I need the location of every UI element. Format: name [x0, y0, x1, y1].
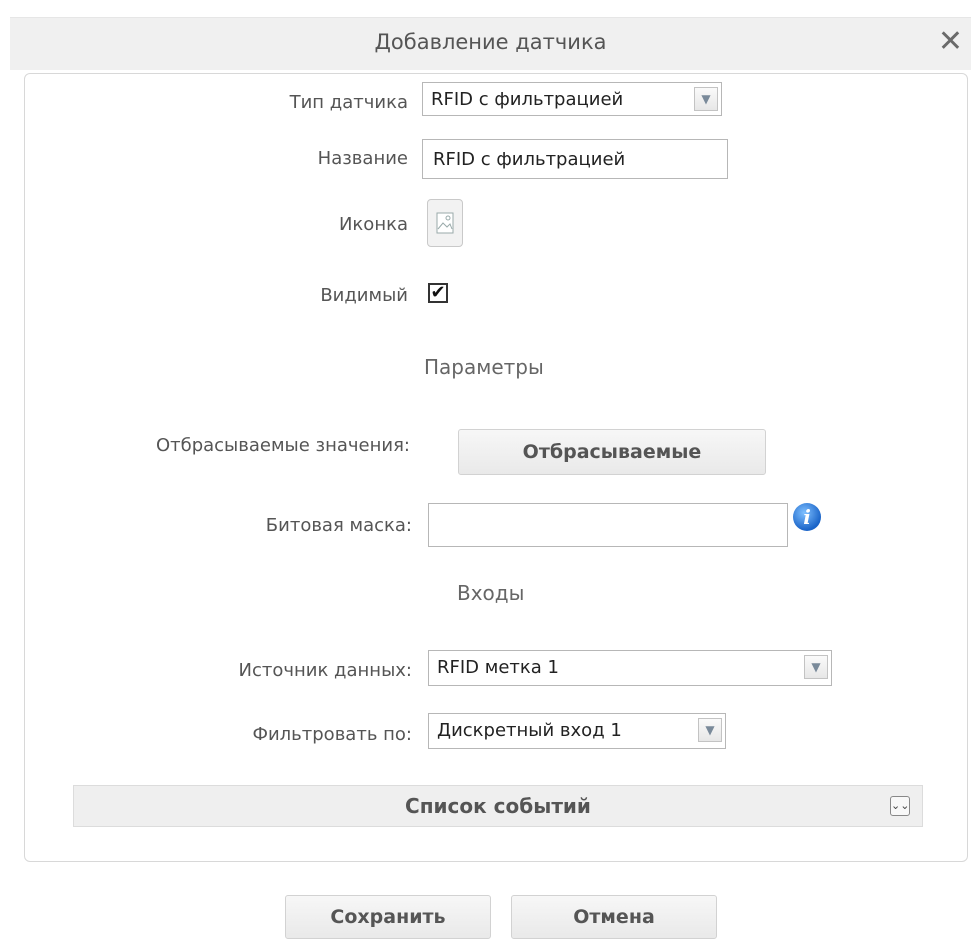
bitmask-field[interactable] [428, 503, 788, 547]
chevron-down-icon[interactable]: ▼ [698, 718, 722, 742]
name-label: Название [317, 148, 408, 169]
bitmask-input[interactable] [429, 504, 787, 546]
sensor-type-value: RFID с фильтрацией [431, 89, 624, 110]
icon-label: Иконка [338, 214, 408, 235]
parameters-header: Параметры [424, 355, 544, 379]
dialog-titlebar: Добавление датчика ✕ [10, 17, 971, 70]
bitmask-label: Битовая маска: [265, 515, 412, 536]
name-field[interactable] [422, 139, 728, 179]
cancel-button[interactable]: Отмена [511, 895, 717, 939]
data-source-value: RFID метка 1 [437, 657, 559, 678]
info-icon[interactable]: i [793, 503, 821, 531]
data-source-select[interactable]: RFID метка 1 ▼ [428, 650, 832, 686]
save-button[interactable]: Сохранить [285, 895, 491, 939]
sensor-type-select[interactable]: RFID с фильтрацией ▼ [422, 82, 722, 116]
icon-picker-button[interactable] [427, 199, 463, 247]
discard-values-button[interactable]: Отбрасываемые [458, 429, 766, 475]
close-icon[interactable]: ✕ [938, 24, 963, 60]
chevron-down-icon[interactable]: ▼ [804, 655, 828, 679]
filter-by-label: Фильтровать по: [252, 724, 412, 745]
sensor-type-label: Тип датчика [289, 92, 408, 113]
expand-icon[interactable]: ⌄⌄ [890, 796, 910, 816]
visible-checkbox[interactable]: ✔ [428, 283, 448, 303]
image-placeholder-icon [436, 212, 454, 234]
visible-label: Видимый [320, 285, 408, 306]
filter-by-select[interactable]: Дискретный вход 1 ▼ [428, 713, 726, 749]
data-source-label: Источник данных: [238, 660, 413, 681]
dialog-title: Добавление датчика [374, 30, 607, 54]
events-list-label: Список событий [405, 794, 591, 818]
chevron-down-icon[interactable]: ▼ [694, 87, 718, 111]
inputs-header: Входы [457, 581, 525, 605]
name-input[interactable] [423, 140, 727, 178]
discard-values-label: Отбрасываемые значения: [155, 435, 410, 456]
filter-by-value: Дискретный вход 1 [437, 720, 622, 741]
events-list-header[interactable]: Список событий ⌄⌄ [73, 785, 923, 827]
